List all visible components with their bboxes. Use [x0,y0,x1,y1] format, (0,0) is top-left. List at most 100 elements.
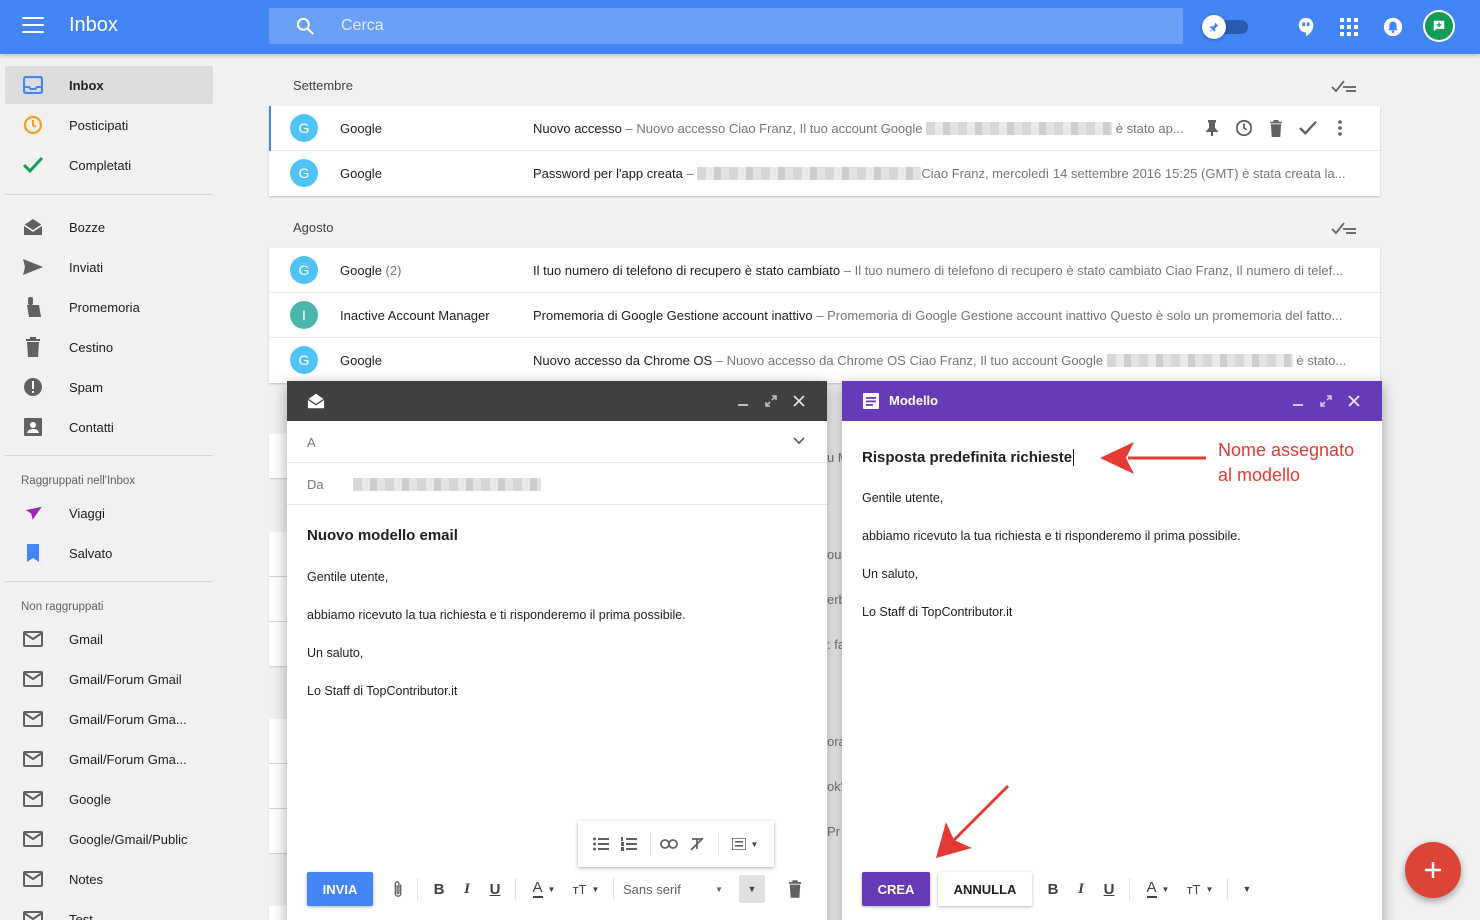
email-row[interactable]: G Google Nuovo accesso – Nuovo accesso C… [269,106,1380,151]
sidebar-item-label-notes[interactable]: Notes [5,860,213,898]
discard-draft-icon[interactable] [785,878,805,900]
search-icon[interactable] [295,16,315,36]
template-name-input[interactable]: Risposta predefinita richieste [862,449,1075,466]
paragraph-format-icon[interactable]: ▼ [728,833,762,855]
clock-icon [22,115,44,135]
minimize-icon[interactable] [733,391,753,411]
sidebar-item-label-gmail-forum-2[interactable]: Gmail/Forum Gma... [5,700,213,738]
search-input[interactable] [341,8,1141,44]
sidebar-item-label: Google [69,791,111,807]
sidebar-item-reminders[interactable]: Promemoria [5,288,213,326]
expand-icon[interactable] [1316,391,1336,411]
sidebar-item-done[interactable]: Completati [5,146,213,184]
underline-icon[interactable]: U [1100,878,1118,900]
sweep-done-icon[interactable] [1331,78,1357,94]
hidden-email-row[interactable] [269,434,289,478]
hidden-email-row[interactable] [269,764,289,808]
compose-fab[interactable] [1405,842,1461,898]
sidebar-item-label-gmail-forum[interactable]: Gmail/Forum Gmail [5,660,213,698]
bold-icon[interactable]: B [430,878,448,900]
to-field[interactable]: A [287,421,827,463]
hidden-email-row[interactable] [269,577,289,621]
font-select[interactable]: Sans serif ▼ [623,878,723,900]
bold-icon[interactable]: B [1044,878,1062,900]
body-line[interactable]: abbiamo ricevuto la tua richiesta e ti r… [307,608,686,622]
delete-icon[interactable] [1260,117,1292,139]
account-avatar[interactable] [1423,10,1455,42]
cancel-button[interactable]: ANNULLA [938,872,1032,906]
sidebar-item-saved[interactable]: Salvato [5,534,213,572]
hidden-email-row[interactable] [269,532,289,576]
body-line[interactable]: Un saluto, [307,646,363,660]
sidebar-item-label-google-gmail-public[interactable]: Google/Gmail/Public [5,820,213,858]
expand-icon[interactable] [761,391,781,411]
minimize-icon[interactable] [1288,391,1308,411]
sidebar-item-drafts[interactable]: Bozze [5,208,213,246]
email-snippet: Il tuo numero di telefono di recupero è … [533,263,1344,278]
bulleted-list-icon[interactable] [590,833,612,855]
body-line[interactable]: Gentile utente, [862,491,943,505]
email-snippet: Promemoria di Google Gestione account in… [533,308,1343,323]
hidden-email-row[interactable] [269,906,289,920]
email-row[interactable]: I Inactive Account Manager Promemoria di… [269,293,1380,338]
email-row[interactable]: G Google Password per l'app creata – Cia… [269,151,1380,196]
text-color-icon[interactable]: A ▼ [527,878,561,900]
italic-icon[interactable]: I [1072,878,1090,900]
body-line[interactable]: Gentile utente, [307,570,388,584]
menu-icon[interactable] [22,17,44,35]
text-size-icon[interactable]: тT ▼ [1183,878,1217,900]
close-icon[interactable] [1344,391,1364,411]
sender-name: Google [340,353,382,368]
sidebar-item-spam[interactable]: Spam [5,368,213,406]
sidebar-item-inbox[interactable]: Inbox [5,66,213,104]
text-color-icon[interactable]: A ▼ [1141,878,1175,900]
sidebar-item-trips[interactable]: Viaggi [5,494,213,532]
sender-avatar: G [290,346,318,374]
sidebar-item-contacts[interactable]: Contatti [5,408,213,446]
notifications-icon[interactable] [1380,14,1406,40]
body-line[interactable]: Lo Staff di TopContributor.it [307,684,457,698]
sidebar-item-label: Bozze [69,219,106,235]
body-line[interactable]: abbiamo ricevuto la tua richiesta e ti r… [862,529,1241,543]
compose-subject[interactable]: Nuovo modello email [307,527,458,544]
sidebar-item-label-gmail[interactable]: Gmail [5,620,213,658]
more-formatting-toggle[interactable]: ▼ [1238,878,1256,900]
hidden-email-row[interactable] [269,719,289,763]
email-row[interactable]: G Google (2) Il tuo numero di telefono d… [269,248,1380,293]
numbered-list-icon[interactable] [618,833,640,855]
plus-icon [1425,862,1441,878]
sweep-done-icon[interactable] [1331,220,1357,236]
apps-grid-icon[interactable] [1336,14,1362,40]
body-line[interactable]: Lo Staff di TopContributor.it [862,605,1012,619]
italic-icon[interactable]: I [458,878,476,900]
template-title: Modello [889,393,939,408]
sidebar-item-trash[interactable]: Cestino [5,328,213,366]
sidebar-item-label-gmail-forum-3[interactable]: Gmail/Forum Gma... [5,740,213,778]
pin-icon[interactable] [1196,117,1228,139]
sidebar-item-snoozed[interactable]: Posticipati [5,106,213,144]
send-button[interactable]: INVIA [307,872,373,906]
link-icon[interactable] [658,833,680,855]
body-line[interactable]: Un saluto, [862,567,918,581]
clear-formatting-icon[interactable] [686,833,708,855]
underline-icon[interactable]: U [486,878,504,900]
hidden-email-row[interactable] [269,809,289,853]
text-size-icon[interactable]: тT ▼ [569,878,603,900]
pinned-toggle[interactable] [1202,15,1248,39]
search-bar[interactable] [269,8,1183,44]
more-formatting-toggle[interactable]: ▼ [739,875,765,903]
chevron-down-icon[interactable] [793,437,805,445]
snooze-clock-icon[interactable] [1228,117,1260,139]
sidebar-item-label-google[interactable]: Google [5,780,213,818]
mark-done-icon[interactable] [1292,117,1324,139]
more-vert-icon[interactable] [1324,117,1356,139]
email-row[interactable]: G Google Nuovo accesso da Chrome OS – Nu… [269,338,1380,383]
hidden-email-row[interactable] [269,622,289,666]
close-icon[interactable] [789,391,809,411]
create-template-button[interactable]: CREA [862,872,930,906]
sidebar-item-sent[interactable]: Inviati [5,248,213,286]
attach-icon[interactable] [389,878,407,900]
sidebar-item-label-test[interactable]: Test [5,900,213,920]
hangouts-icon[interactable] [1293,14,1319,40]
from-field[interactable]: Da [287,463,827,505]
